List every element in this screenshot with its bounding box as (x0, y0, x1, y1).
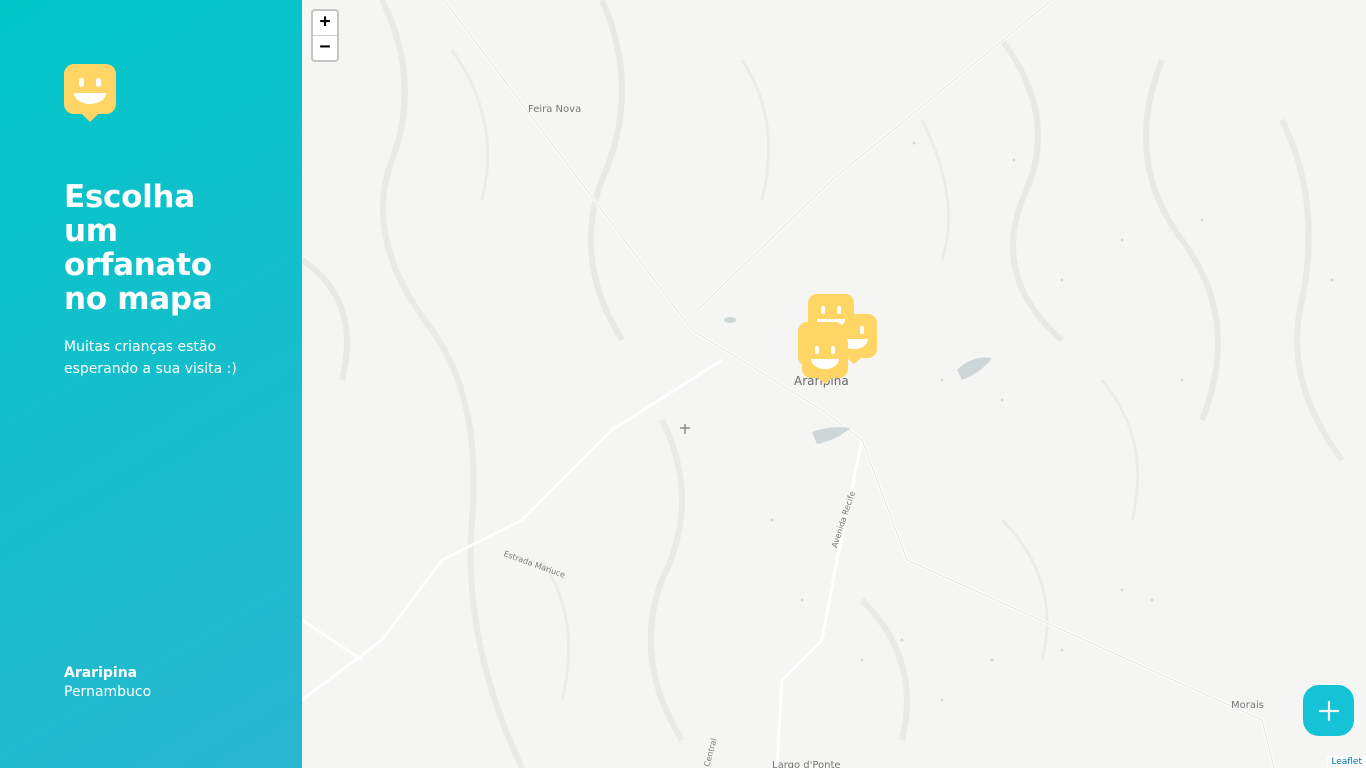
place-label-partial: Largo d'Ponte (772, 760, 841, 768)
map[interactable]: Feira Nova Araripina Estrada Mariuce Ave… (302, 0, 1366, 768)
place-label-feira-nova: Feira Nova (528, 104, 582, 115)
title-line-2: orfanato (64, 247, 212, 283)
title-line-3: no mapa (64, 281, 213, 317)
app: Escolha um orfanato no mapa Muitas crian… (0, 0, 1366, 768)
happy-map-marker-icon (64, 64, 116, 122)
zoom-in-button[interactable]: + (313, 11, 337, 35)
leaflet-attribution-link[interactable]: Leaflet (1327, 756, 1366, 768)
plus-icon (1318, 700, 1339, 721)
location-footer: Araripina Pernambuco (64, 664, 238, 704)
page-title: Escolha um orfanato no mapa (64, 180, 238, 316)
place-label-morais: Morais (1231, 700, 1264, 711)
zoom-control: + − (311, 9, 339, 62)
orphanage-marker[interactable] (802, 334, 848, 384)
add-orphanage-button[interactable] (1303, 685, 1354, 736)
state-name: Pernambuco (64, 684, 152, 700)
airport-icon (680, 424, 690, 434)
city-name: Araripina (64, 665, 138, 681)
title-line-1: Escolha um (64, 179, 195, 249)
sidebar: Escolha um orfanato no mapa Muitas crian… (0, 0, 302, 768)
zoom-out-button[interactable]: − (313, 35, 337, 60)
page-description: Muitas crianças estão esperando a sua vi… (64, 339, 237, 377)
sidebar-header: Escolha um orfanato no mapa Muitas crian… (64, 64, 238, 380)
